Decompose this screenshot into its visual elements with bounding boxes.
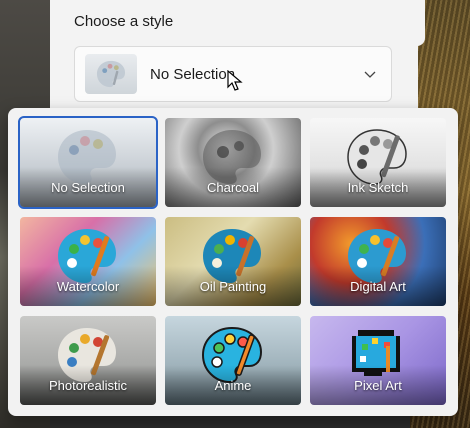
style-option-label: Anime [214, 378, 252, 393]
mouse-cursor-icon [227, 70, 243, 91]
style-option-charcoal[interactable]: Charcoal [165, 118, 301, 207]
style-option-label: Charcoal [206, 180, 260, 195]
style-option-watercolor[interactable]: Watercolor [20, 217, 156, 306]
style-dropdown-value: No Selection [150, 65, 236, 83]
style-option-label: No Selection [51, 180, 125, 195]
style-flyout: No Selection Charcoal Ink Sketch Waterco… [8, 108, 458, 416]
style-option-digital-art[interactable]: Digital Art [310, 217, 446, 306]
style-option-photorealistic[interactable]: Photorealistic [20, 316, 156, 405]
section-title: Choose a style [74, 13, 174, 30]
style-option-label: Photorealistic [48, 378, 128, 393]
style-option-label: Ink Sketch [347, 180, 409, 195]
style-option-label: Pixel Art [354, 378, 402, 393]
style-option-oil-painting[interactable]: Oil Painting [165, 217, 301, 306]
style-option-label: Oil Painting [199, 279, 267, 294]
style-option-anime[interactable]: Anime [165, 316, 301, 405]
style-option-label: Watercolor [56, 279, 120, 294]
style-option-pixel-art[interactable]: Pixel Art [310, 316, 446, 405]
palette-icon [85, 54, 137, 94]
chevron-down-icon [364, 71, 376, 78]
background-card [415, 0, 425, 46]
style-option-no-selection[interactable]: No Selection [18, 116, 158, 209]
style-grid: No Selection Charcoal Ink Sketch Waterco… [18, 116, 446, 405]
style-option-ink-sketch[interactable]: Ink Sketch [310, 118, 446, 207]
style-option-label: Digital Art [350, 279, 406, 294]
